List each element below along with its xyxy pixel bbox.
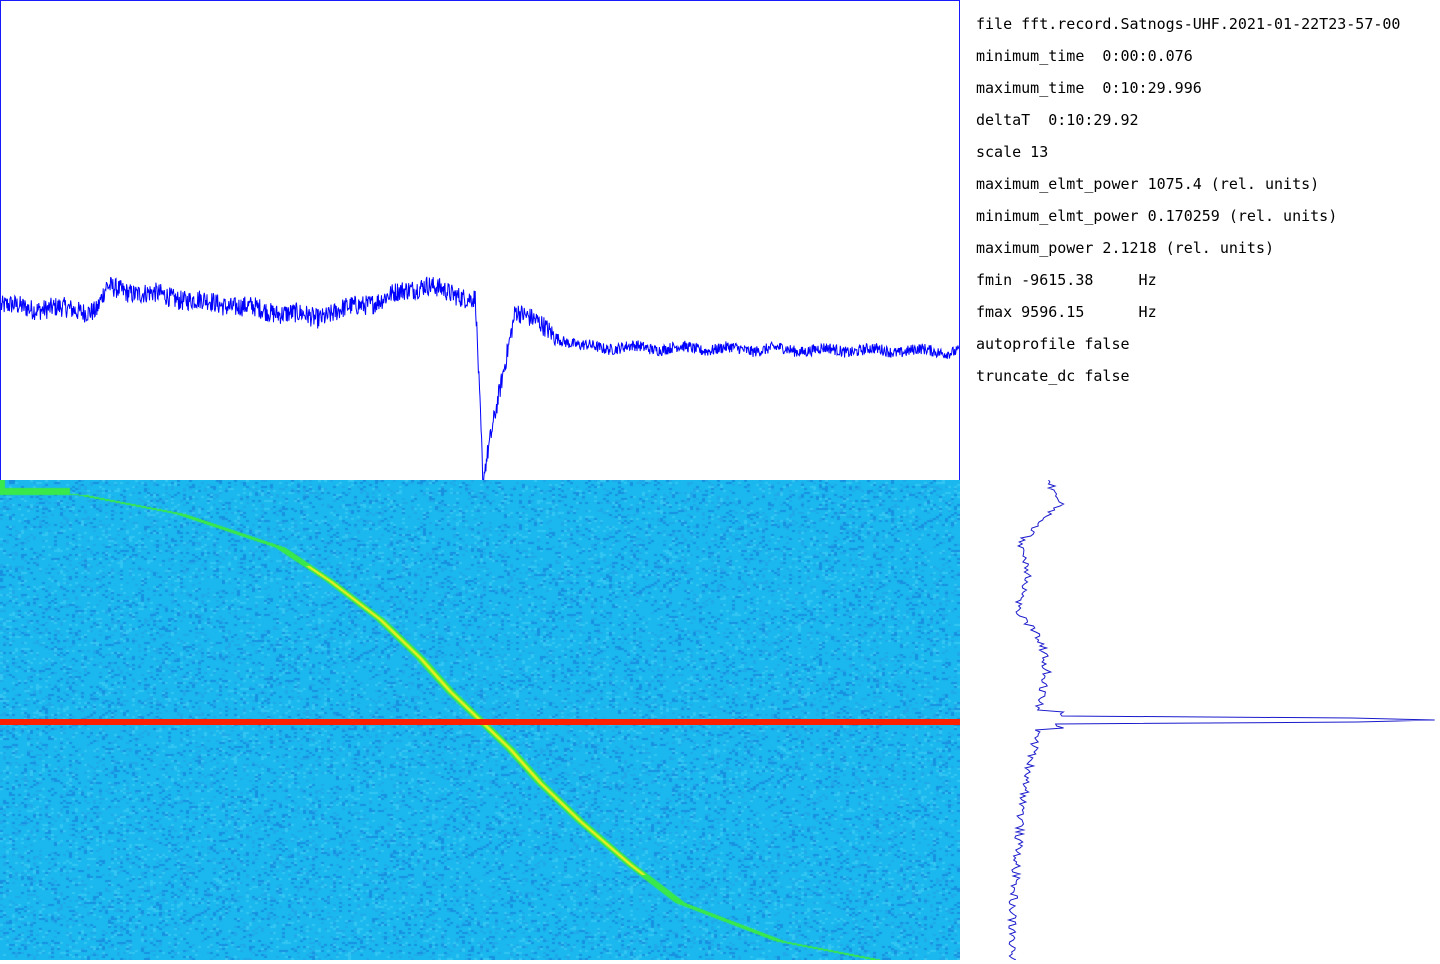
info-fmax: fmax 9596.15 Hz <box>976 303 1157 321</box>
power-spectrum-plot <box>0 0 960 480</box>
info-delta-t: deltaT 0:10:29.92 <box>976 111 1139 129</box>
info-scale: scale 13 <box>976 143 1049 161</box>
info-truncate-dc: truncate_dc false <box>976 367 1130 385</box>
info-autoprofile: autoprofile false <box>976 335 1130 353</box>
recording-info-panel: file fft.record.Satnogs-UHF.2021-01-22T2… <box>976 8 1440 408</box>
time-profile-svg <box>1006 479 1435 961</box>
waterfall-spectrogram[interactable] <box>0 480 960 960</box>
power-spectrum-trace <box>1 276 959 480</box>
info-fmin: fmin -9615.38 Hz <box>976 271 1157 289</box>
time-profile-plot <box>960 479 1440 961</box>
power-spectrum-trace-svg <box>1 276 959 480</box>
info-file: file fft.record.Satnogs-UHF.2021-01-22T2… <box>976 15 1401 33</box>
info-maximum-elmt-power: maximum_elmt_power 1075.4 (rel. units) <box>976 175 1320 193</box>
info-maximum-time: maximum_time 0:10:29.996 <box>976 79 1202 97</box>
info-minimum-elmt-power: minimum_elmt_power 0.170259 (rel. units) <box>976 207 1338 225</box>
waterfall-overlay <box>0 719 960 725</box>
info-maximum-power: maximum_power 2.1218 (rel. units) <box>976 239 1275 257</box>
time-profile-trace <box>1006 479 1435 961</box>
info-minimum-time: minimum_time 0:00:0.076 <box>976 47 1193 65</box>
